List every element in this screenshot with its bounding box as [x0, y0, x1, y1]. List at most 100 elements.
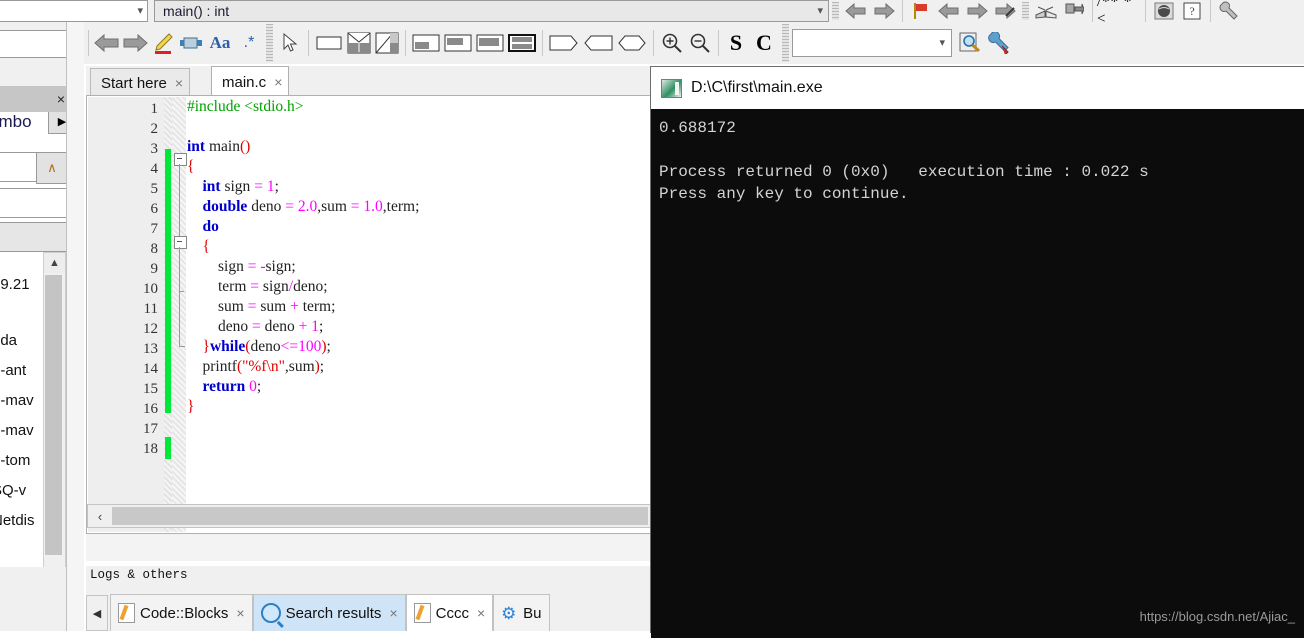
line-number: 10	[143, 281, 158, 297]
editor-area[interactable]: 1 2 3 4 5 6 7 8 9 10 11 12 13 14 15 16 17 18 #include <st…	[86, 95, 652, 534]
up-arrow-button[interactable]: ∧	[36, 152, 68, 184]
fold-column[interactable]	[172, 97, 187, 532]
font-icon[interactable]: Aa	[205, 30, 235, 56]
line-number: 16	[143, 401, 158, 417]
code-line[interactable]: {	[187, 237, 649, 257]
layout-b-icon[interactable]	[442, 30, 474, 56]
forward-arrow-icon[interactable]	[870, 0, 898, 24]
gear-icon: ⚙	[501, 603, 517, 623]
book-icon[interactable]	[1032, 0, 1060, 24]
code-line[interactable]: }	[187, 397, 649, 417]
editor-horizontal-scrollbar[interactable]: ‹	[87, 504, 651, 528]
scroll-left-icon[interactable]: ‹	[88, 506, 112, 526]
split-quad-icon[interactable]	[345, 30, 373, 56]
question-icon[interactable]: ?	[1178, 0, 1206, 24]
wrench-settings-icon[interactable]	[984, 30, 1012, 56]
previous-bookmark-icon[interactable]	[935, 0, 963, 24]
selection-c-icon[interactable]: C	[749, 30, 779, 56]
layout-d-icon[interactable]	[506, 30, 538, 56]
tab-cccc[interactable]: Cccc ×	[405, 594, 494, 631]
tab-label: Start here	[101, 74, 167, 92]
undo-arrow-icon[interactable]	[93, 30, 121, 56]
code-line[interactable]	[187, 417, 649, 437]
selection-s-icon[interactable]: S	[723, 30, 749, 56]
code-line[interactable]	[187, 117, 649, 137]
layout-a-icon[interactable]	[410, 30, 442, 56]
close-icon[interactable]: ×	[175, 75, 183, 91]
close-icon[interactable]: ×	[274, 74, 282, 90]
pointer-select-icon[interactable]	[276, 30, 304, 56]
code-line[interactable]: int sign = 1;	[187, 177, 649, 197]
insert-icon[interactable]	[1060, 0, 1088, 24]
globe-icon[interactable]	[1150, 0, 1178, 24]
line-number: 3	[150, 141, 159, 157]
tab-scroll-left-icon[interactable]: ◀	[86, 595, 108, 631]
line-number: 12	[143, 321, 158, 337]
search-input[interactable]: ▾	[792, 29, 952, 57]
function-combo[interactable]: main() : int ▾	[154, 0, 829, 22]
code-line[interactable]	[187, 437, 649, 457]
scrollbar-thumb[interactable]	[45, 275, 62, 555]
next-bookmark-icon[interactable]	[963, 0, 991, 24]
redo-arrow-icon[interactable]	[121, 30, 149, 56]
close-icon[interactable]: ×	[477, 605, 485, 621]
code-line[interactable]: term = sign/deno;	[187, 277, 649, 297]
code-line[interactable]: int main()	[187, 137, 649, 157]
single-pane-icon[interactable]	[313, 30, 345, 56]
line-number: 17	[143, 421, 158, 437]
align-icon[interactable]	[177, 30, 205, 56]
toolbar-gripper-4[interactable]	[782, 24, 789, 62]
zoom-out-icon[interactable]	[686, 30, 714, 56]
shape-left-icon[interactable]	[581, 30, 615, 56]
shape-both-icon[interactable]	[615, 30, 649, 56]
back-arrow-icon[interactable]	[842, 0, 870, 24]
line-number: 7	[150, 221, 159, 237]
close-icon[interactable]: ×	[389, 605, 397, 621]
tab-codeblocks[interactable]: Code::Blocks ×	[110, 594, 253, 631]
scroll-up-icon[interactable]: ▲	[44, 253, 65, 273]
toolbar-gripper-2[interactable]	[1022, 2, 1029, 20]
toolbar-gripper-3[interactable]	[266, 24, 273, 62]
code-line[interactable]: printf("%f\n",sum);	[187, 357, 649, 377]
logs-tabstrip: ◀ Code::Blocks × Search results × Cccc ×…	[86, 588, 652, 631]
console-titlebar[interactable]: D:\C\first\main.exe	[651, 67, 1304, 109]
chevron-down-icon: ▾	[817, 4, 823, 17]
wrench-icon[interactable]	[1215, 0, 1243, 24]
close-icon[interactable]: ×	[236, 605, 244, 621]
code-line[interactable]: do	[187, 217, 649, 237]
flag-icon[interactable]	[907, 0, 935, 24]
code-line[interactable]: sum = sum + term;	[187, 297, 649, 317]
tab-label: Search results	[285, 604, 382, 622]
code-line[interactable]: deno = deno + 1;	[187, 317, 649, 337]
code-line[interactable]: double deno = 2.0,sum = 1.0,term;	[187, 197, 649, 217]
code-text[interactable]: #include <stdio.h> int main(){ int sign …	[187, 97, 649, 532]
toolbar-gripper[interactable]	[832, 2, 839, 20]
tab-search-results[interactable]: Search results ×	[252, 594, 406, 631]
dock-vertical-scrollbar[interactable]: ▲	[43, 252, 66, 567]
shape-right-icon[interactable]	[547, 30, 581, 56]
doxygen-comment-icon[interactable]: /** *<	[1097, 0, 1141, 27]
zoom-in-icon[interactable]	[658, 30, 686, 56]
split-diagonal-icon[interactable]	[373, 30, 401, 56]
line-number: 15	[143, 381, 158, 397]
code-line[interactable]: {	[187, 157, 649, 177]
clear-bookmarks-icon[interactable]	[991, 0, 1019, 24]
highlight-pencil-icon[interactable]	[149, 30, 177, 56]
scrollbar-thumb[interactable]	[112, 507, 648, 525]
code-line[interactable]: return 0;	[187, 377, 649, 397]
layout-c-icon[interactable]	[474, 30, 506, 56]
tab-build-log[interactable]: ⚙ Bu	[493, 594, 550, 631]
scope-combo[interactable]: ▾	[0, 0, 148, 22]
editor-notebook: Start here × main.c × 1 2 3 4 5 6 7 8 9 10 11 12 13 1…	[86, 66, 652, 561]
dock-combo-3[interactable]: ▾	[0, 222, 72, 252]
tab-start-here[interactable]: Start here ×	[90, 68, 191, 97]
tab-main-c[interactable]: main.c ×	[211, 66, 290, 97]
find-icon[interactable]	[956, 30, 984, 56]
code-line[interactable]: }while(deno<=100);	[187, 337, 649, 357]
code-line[interactable]: sign = -sign;	[187, 257, 649, 277]
code-line[interactable]: #include <stdio.h>	[187, 97, 649, 117]
dock-combo-2[interactable]: ▾	[0, 188, 72, 218]
regex-icon[interactable]: .*	[235, 30, 263, 56]
console-window[interactable]: D:\C\first\main.exe 0.688172 Process ret…	[650, 66, 1304, 638]
dock-edge	[66, 22, 84, 631]
